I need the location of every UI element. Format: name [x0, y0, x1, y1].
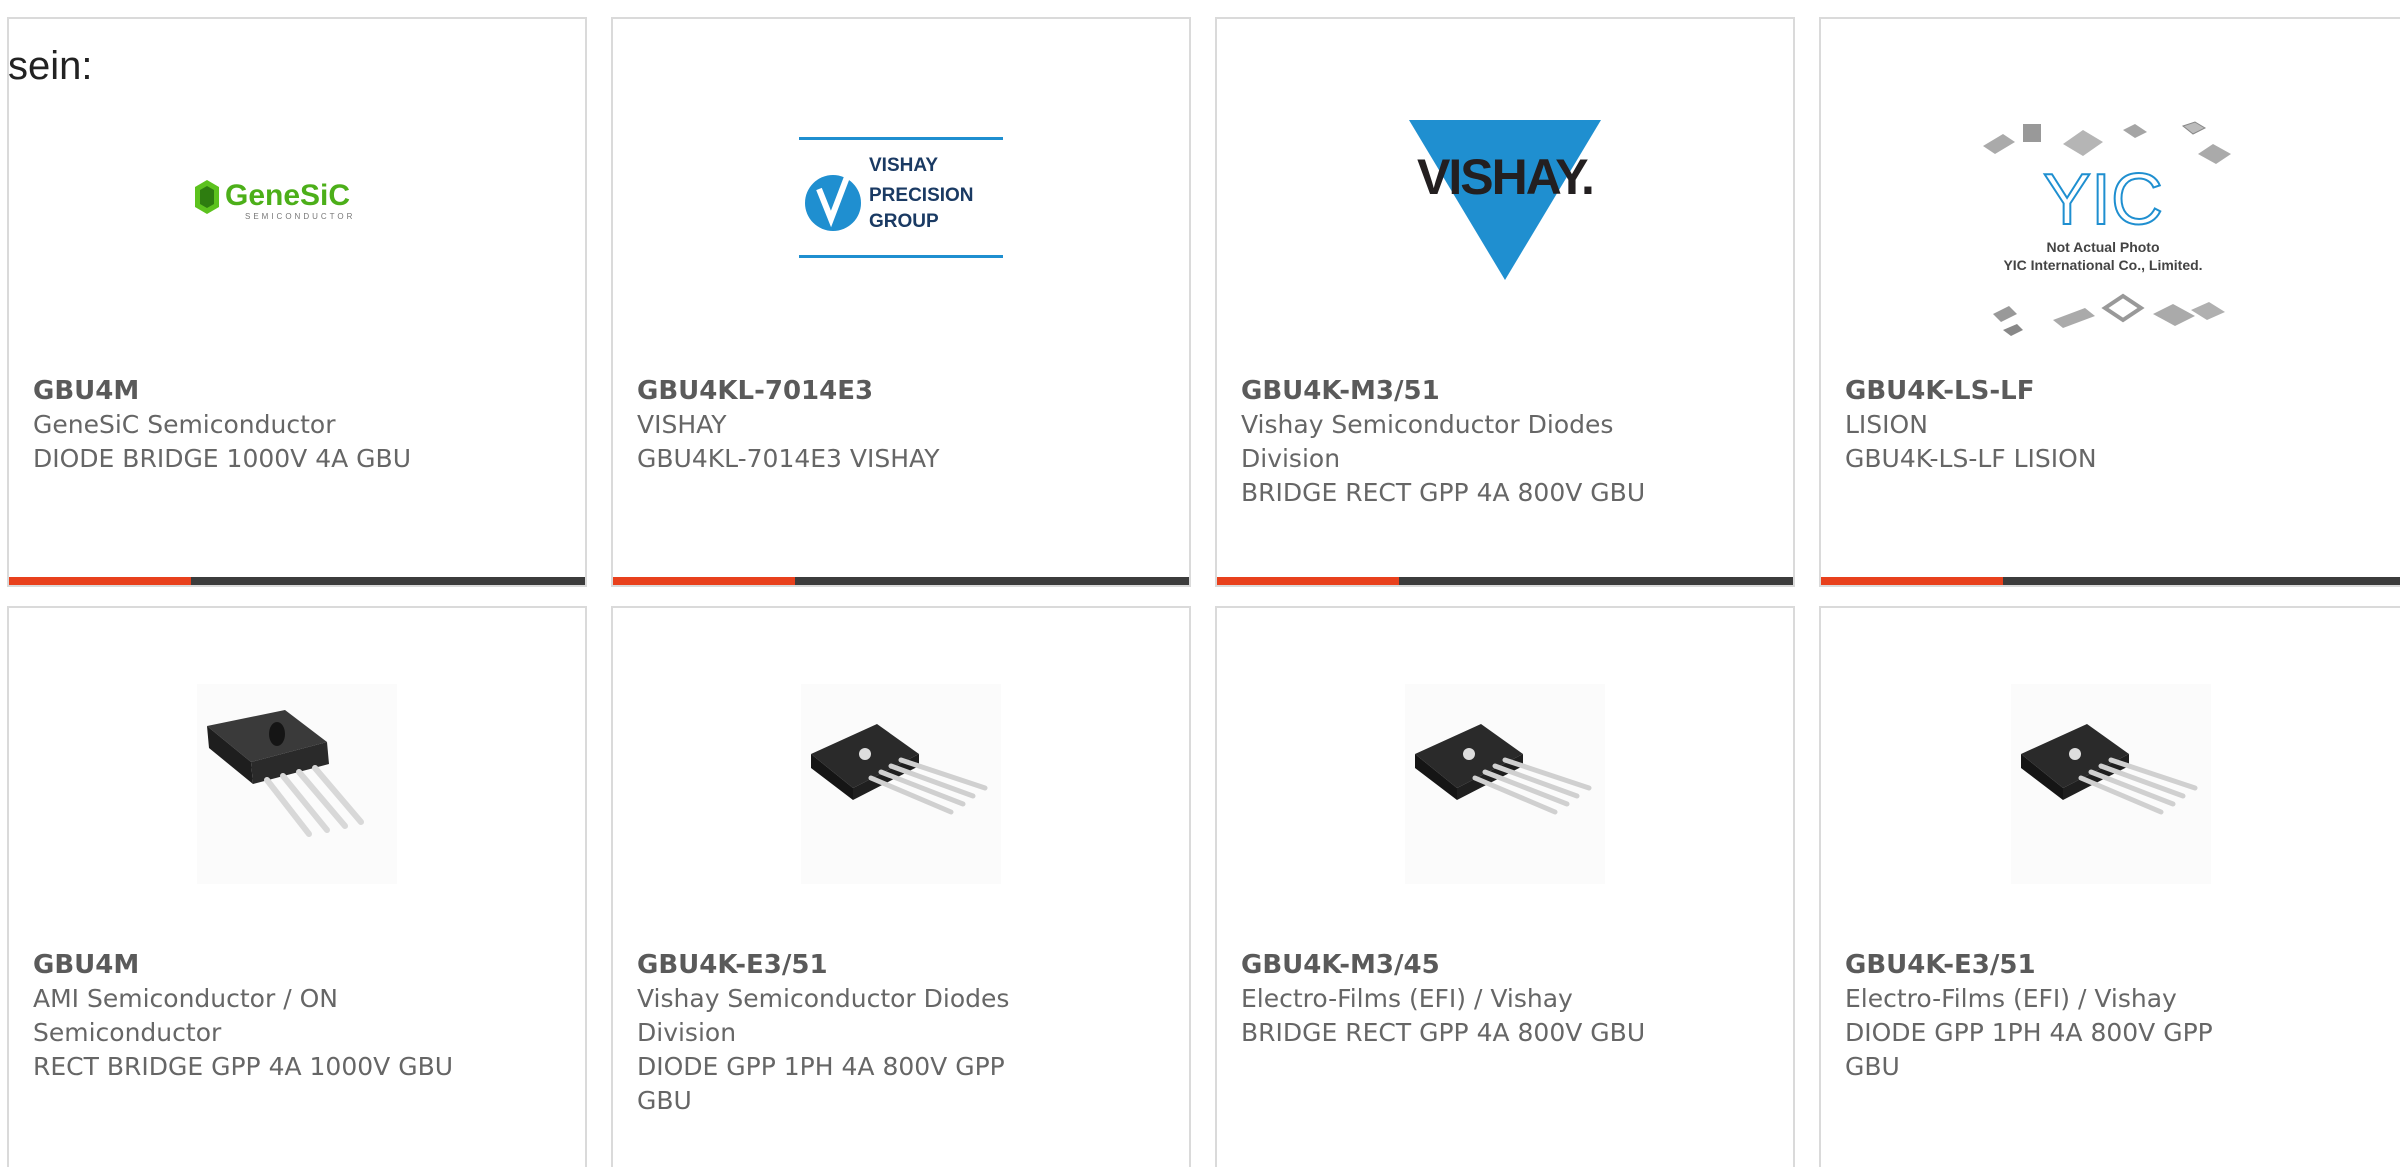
- product-card[interactable]: GBU4K-E3/51 Electro-Films (EFI) / Vishay…: [1819, 606, 2400, 1167]
- bridge-rectifier-icon: [801, 684, 1001, 884]
- bridge-rectifier-icon: [2011, 684, 2211, 884]
- description: RECT BRIDGE GPP 4A 1000V GBU: [33, 1052, 454, 1081]
- part-number[interactable]: GBU4M: [33, 374, 561, 408]
- part-number[interactable]: GBU4K-M3/51: [1241, 374, 1769, 408]
- product-image: [613, 684, 1189, 884]
- manufacturer: VISHAY: [637, 410, 727, 439]
- svg-text:GROUP: GROUP: [869, 211, 939, 232]
- manufacturer: AMI Semiconductor / ON Semiconductor: [33, 984, 338, 1047]
- bridge-rectifier-icon: [197, 684, 397, 884]
- svg-text:YIC: YIC: [2043, 160, 2163, 240]
- card-bar-accent: [1821, 577, 2003, 585]
- vishay-precision-logo-icon: VISHAY PRECISION GROUP: [799, 137, 1003, 258]
- manufacturer: LISION: [1845, 410, 1928, 439]
- manufacturer: Vishay Semiconductor Diodes Division: [637, 984, 1010, 1047]
- description: BRIDGE RECT GPP 4A 800V GBU: [1241, 478, 1646, 507]
- genesic-logo-icon: GeneSiC SEMICONDUCTOR: [195, 179, 355, 221]
- product-card[interactable]: GBU4M AMI Semiconductor / ON Semiconduct…: [7, 606, 587, 1167]
- svg-text:SEMICONDUCTOR: SEMICONDUCTOR: [245, 212, 355, 221]
- part-number[interactable]: GBU4K-E3/51: [1845, 948, 2393, 982]
- product-card[interactable]: GBU4K-M3/45 Electro-Films (EFI) / Vishay…: [1215, 606, 1795, 1167]
- description: GBU4K-LS-LF LISION: [1845, 444, 2097, 473]
- svg-text:GeneSiC: GeneSiC: [225, 179, 350, 212]
- manufacturer: Electro-Films (EFI) / Vishay: [1241, 984, 1573, 1013]
- svg-text:PRECISION: PRECISION: [869, 185, 974, 206]
- product-image: GeneSiC SEMICONDUCTOR: [9, 99, 585, 299]
- description: DIODE GPP 1PH 4A 800V GPP GBU: [637, 1052, 1005, 1115]
- product-card[interactable]: VISHAY. GBU4K-M3/51 Vishay Semiconductor…: [1215, 17, 1795, 587]
- product-image: [1821, 684, 2400, 884]
- card-bar: [1217, 577, 1793, 585]
- description: DIODE BRIDGE 1000V 4A GBU: [33, 444, 412, 473]
- part-number[interactable]: GBU4K-LS-LF: [1845, 374, 2393, 408]
- card-bar-accent: [613, 577, 795, 585]
- part-number[interactable]: GBU4KL-7014E3: [637, 374, 1165, 408]
- manufacturer: GeneSiC Semiconductor: [33, 410, 336, 439]
- product-image: YIC Not Actual Photo YIC International C…: [1821, 109, 2400, 359]
- manufacturer: Electro-Films (EFI) / Vishay: [1845, 984, 2177, 1013]
- product-image: VISHAY PRECISION GROUP: [613, 99, 1189, 299]
- product-card[interactable]: GeneSiC SEMICONDUCTOR GBU4M GeneSiC Semi…: [7, 17, 587, 587]
- svg-text:VISHAY: VISHAY: [869, 155, 938, 176]
- bridge-rectifier-icon: [1405, 684, 1605, 884]
- intro-text: sein:: [8, 44, 93, 88]
- product-image: VISHAY.: [1217, 99, 1793, 299]
- card-bar: [9, 577, 585, 585]
- product-card[interactable]: YIC Not Actual Photo YIC International C…: [1819, 17, 2400, 587]
- product-card[interactable]: GBU4K-E3/51 Vishay Semiconductor Diodes …: [611, 606, 1191, 1167]
- manufacturer: Vishay Semiconductor Diodes Division: [1241, 410, 1614, 473]
- svg-text:Not Actual Photo: Not Actual Photo: [2046, 239, 2159, 255]
- product-grid-page: sein: GeneSiC SEMICONDUCTOR GBU4M GeneSi…: [0, 0, 2400, 1167]
- card-bar: [1821, 577, 2400, 585]
- product-image: [9, 684, 585, 884]
- svg-text:VISHAY.: VISHAY.: [1417, 149, 1593, 205]
- product-card[interactable]: VISHAY PRECISION GROUP GBU4KL-7014E3 VIS…: [611, 17, 1191, 587]
- part-number[interactable]: GBU4M: [33, 948, 561, 982]
- description: GBU4KL-7014E3 VISHAY: [637, 444, 940, 473]
- card-bar: [613, 577, 1189, 585]
- part-number[interactable]: GBU4K-E3/51: [637, 948, 1165, 982]
- description: BRIDGE RECT GPP 4A 800V GBU: [1241, 1018, 1646, 1047]
- yic-placeholder-icon: YIC Not Actual Photo YIC International C…: [1983, 121, 2231, 336]
- description: DIODE GPP 1PH 4A 800V GPP GBU: [1845, 1018, 2213, 1081]
- svg-text:YIC International Co., Limited: YIC International Co., Limited.: [2003, 257, 2202, 273]
- card-bar-accent: [1217, 577, 1399, 585]
- product-image: [1217, 684, 1793, 884]
- card-bar-accent: [9, 577, 191, 585]
- part-number[interactable]: GBU4K-M3/45: [1241, 948, 1769, 982]
- vishay-logo-icon: VISHAY.: [1409, 120, 1601, 280]
